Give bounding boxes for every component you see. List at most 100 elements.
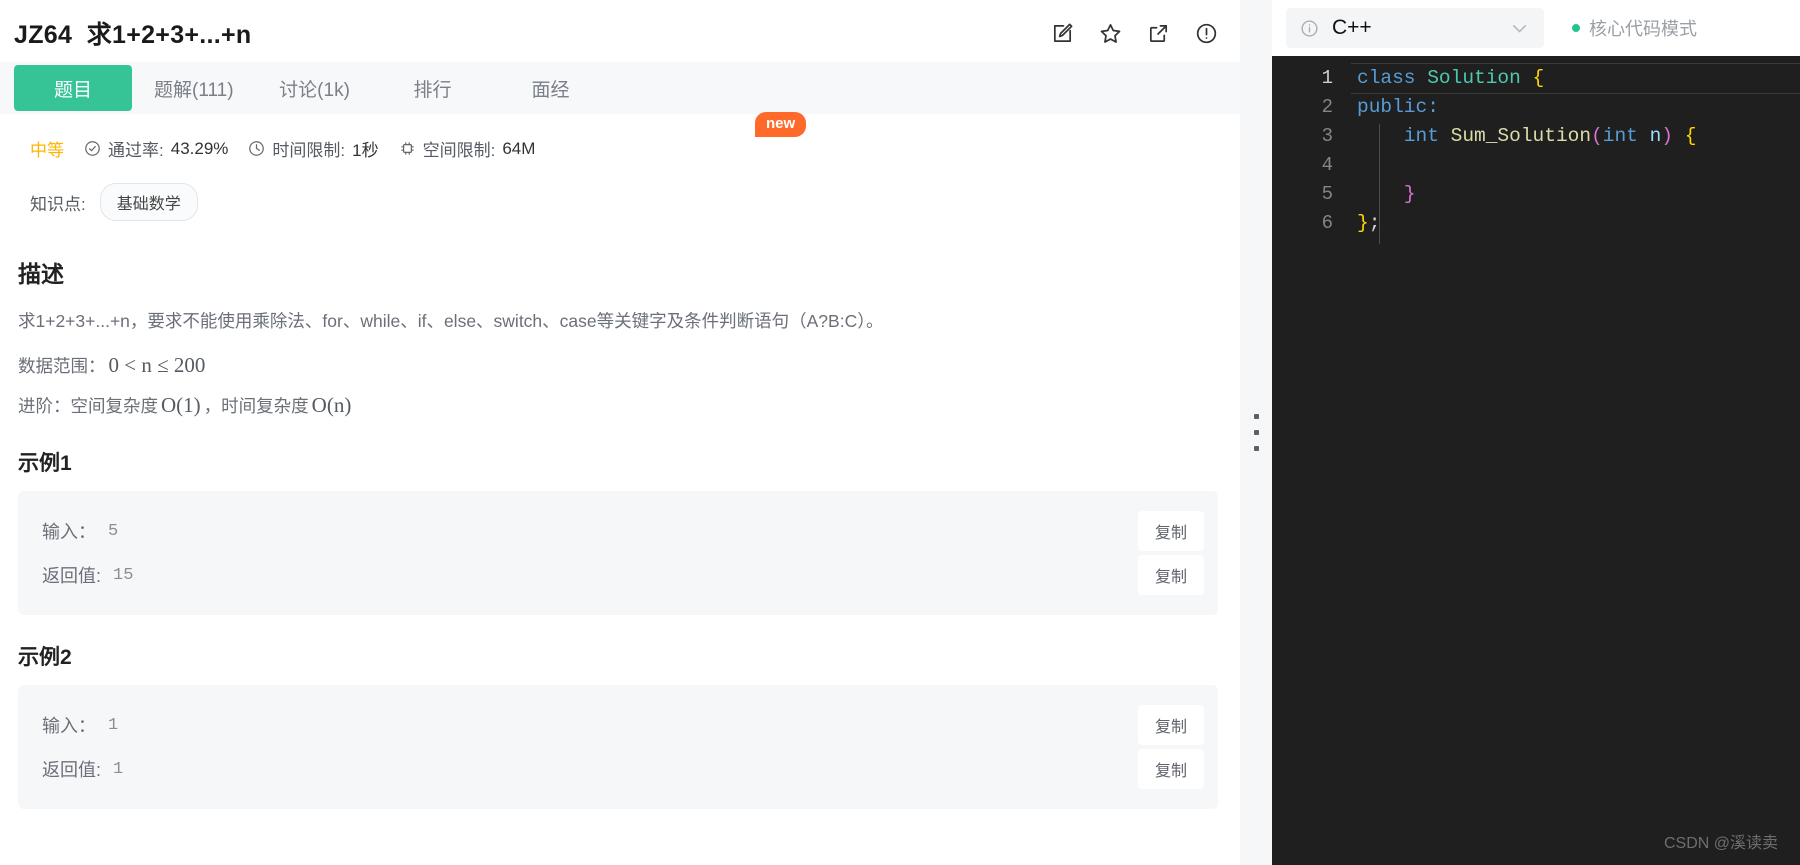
- tab-discussion-label: 讨论(1k): [279, 79, 350, 101]
- code-token: public:: [1357, 95, 1439, 118]
- code-line[interactable]: 4: [1272, 150, 1800, 179]
- description-heading: 描述: [18, 261, 64, 287]
- data-range-math: 0 < n ≤ 200: [108, 353, 206, 377]
- example-2-input-value: 1: [108, 715, 119, 735]
- code-token: Solution: [1427, 66, 1533, 89]
- info-circle-icon[interactable]: [1195, 22, 1218, 45]
- tab-interview-label: 面经: [531, 79, 570, 101]
- code-area[interactable]: 1 class Solution {2 public: 3 int Sum_Solut…: [1272, 56, 1800, 865]
- space-limit-value: 64M: [502, 138, 536, 158]
- tab-solutions[interactable]: 题解(111): [132, 62, 256, 114]
- code-line[interactable]: 2 public:: [1272, 92, 1800, 121]
- code-token: Sum_Solution: [1450, 124, 1592, 147]
- advanced-time-math: O(n): [311, 392, 352, 417]
- example-1-input-label: 输入：: [42, 522, 96, 542]
- tab-problem-label: 题目: [53, 79, 92, 101]
- title-actions: [1051, 22, 1218, 45]
- knowledge-tag[interactable]: 基础数学: [99, 183, 198, 221]
- code-line-text: int Sum_Solution(int n) {: [1357, 124, 1697, 147]
- example-2-output-value: 1: [113, 759, 124, 779]
- example-2-output-row: 返回值: 1 复制: [42, 747, 1204, 791]
- example-1-input-copy-button[interactable]: 复制: [1137, 511, 1204, 551]
- panel-splitter[interactable]: [1240, 0, 1272, 865]
- example-1-output-value: 15: [113, 565, 134, 585]
- language-select[interactable]: C++: [1286, 8, 1544, 48]
- share-icon[interactable]: [1147, 22, 1170, 45]
- tab-problem[interactable]: 题目: [14, 65, 132, 111]
- example-2-title: 示例2: [18, 646, 72, 669]
- problem-body: 中等 通过率: 43.29% 时间限制: 1秒 空间限制: 64M 知识点: 基…: [0, 114, 1240, 865]
- code-token: ;: [1368, 211, 1381, 234]
- clock-icon: [249, 141, 265, 156]
- code-lines[interactable]: 1 class Solution {2 public: 3 int Sum_Solut…: [1272, 62, 1800, 237]
- data-range-label: 数据范围：: [18, 356, 106, 376]
- tab-discussion[interactable]: 讨论(1k): [256, 62, 374, 114]
- time-limit-label: 时间限制:: [272, 141, 346, 160]
- core-code-mode-label: 核心代码模式: [1589, 19, 1697, 39]
- edit-icon[interactable]: [1051, 22, 1074, 45]
- code-line-text: }: [1357, 183, 1416, 205]
- line-number: 1: [1321, 66, 1333, 89]
- example-1-box: 输入： 5 复制 返回值: 15 复制: [18, 491, 1218, 615]
- example-2-input-label: 输入：: [42, 716, 96, 736]
- info-circle-icon: [1300, 19, 1319, 38]
- chevron-down-icon: [1509, 18, 1530, 39]
- time-limit-value: 1秒: [352, 141, 379, 160]
- code-line[interactable]: 6};: [1272, 208, 1800, 237]
- example-1-output-row: 返回值: 15 复制: [42, 553, 1204, 597]
- example-2-output-copy-button[interactable]: 复制: [1137, 749, 1204, 789]
- line-number: 3: [1321, 124, 1333, 147]
- title-row: JZ64 求1+2+3+...+n: [0, 0, 1240, 62]
- description-content: 描述 求1+2+3+...+n，要求不能使用乘除法、for、while、if、e…: [14, 255, 1218, 809]
- line-number: 4: [1321, 153, 1333, 176]
- splitter-dots-icon: [1253, 414, 1259, 451]
- difficulty-badge: 中等: [30, 141, 64, 160]
- code-token: int: [1403, 124, 1451, 147]
- advanced-space-math: O(1): [161, 392, 201, 417]
- pass-rate-item: 通过率: 43.29%: [84, 136, 228, 161]
- code-line[interactable]: 1 class Solution {: [1272, 62, 1800, 94]
- space-limit-item: 空间限制: 64M: [399, 136, 536, 161]
- code-token: (: [1591, 124, 1603, 147]
- tab-ranking[interactable]: 排行: [374, 62, 492, 114]
- new-badge: new: [755, 112, 807, 137]
- code-token: }: [1403, 182, 1416, 205]
- space-limit-label: 空间限制:: [422, 141, 496, 160]
- code-line-text: };: [1357, 212, 1380, 234]
- pass-rate-value: 43.29%: [170, 138, 229, 158]
- tab-solutions-label: 题解(111): [154, 79, 234, 101]
- pass-rate-label: 通过率:: [108, 141, 164, 160]
- advanced-space-label: 空间复杂度: [70, 395, 159, 416]
- code-token: ): [1661, 124, 1673, 147]
- problem-panel: JZ64 求1+2+3+...+n 题目 题解(111) 讨论(1k) 排行 面…: [0, 0, 1240, 865]
- example-2-input-copy-button[interactable]: 复制: [1137, 705, 1204, 745]
- editor-header: C++ 核心代码模式: [1272, 0, 1800, 56]
- example-1-output-copy-button[interactable]: 复制: [1137, 555, 1204, 595]
- example-1-title: 示例1: [18, 452, 72, 475]
- watermark: CSDN @溪读卖: [1663, 835, 1778, 852]
- star-icon[interactable]: [1099, 22, 1122, 45]
- description-paragraph: 求1+2+3+...+n，要求不能使用乘除法、for、while、if、else…: [18, 311, 884, 331]
- meta-row: 中等 通过率: 43.29% 时间限制: 1秒 空间限制: 64M: [14, 114, 1218, 161]
- status-dot-icon: [1572, 24, 1580, 32]
- code-line-text: public:: [1357, 96, 1439, 118]
- example-1-input-value: 5: [108, 521, 119, 541]
- advanced-separator: ，: [203, 395, 222, 416]
- code-line[interactable]: 3 int Sum_Solution(int n) {: [1272, 121, 1800, 150]
- advanced-label: 进阶：: [18, 395, 71, 416]
- code-token: {: [1532, 66, 1545, 89]
- tab-bar: 题目 题解(111) 讨论(1k) 排行 面经 new: [0, 62, 1240, 137]
- example-2-box: 输入： 1 复制 返回值: 1 复制: [18, 685, 1218, 809]
- knowledge-row: 知识点: 基础数学: [14, 161, 1218, 221]
- tab-interview[interactable]: 面经: [492, 62, 610, 114]
- advanced-line: 进阶： 空间复杂度 O(1) ， 时间复杂度 O(n): [18, 390, 1218, 422]
- core-code-mode[interactable]: 核心代码模式: [1572, 15, 1697, 41]
- page-title: JZ64 求1+2+3+...+n: [14, 15, 252, 51]
- code-token: }: [1357, 211, 1369, 234]
- check-circle-icon: [85, 141, 100, 156]
- code-token: class: [1357, 66, 1428, 89]
- code-line[interactable]: 5 }: [1272, 179, 1800, 208]
- example-1-output-label: 返回值:: [42, 566, 102, 586]
